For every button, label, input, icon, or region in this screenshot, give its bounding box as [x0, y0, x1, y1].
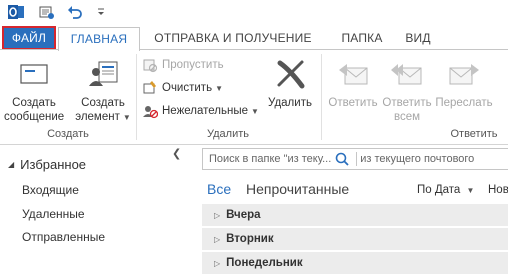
- delete-button[interactable]: Удалить: [264, 54, 316, 110]
- customize-qat-icon[interactable]: [96, 6, 106, 18]
- tab-file[interactable]: ФАЙЛ: [2, 26, 56, 50]
- junk-label: Нежелательные: [162, 105, 248, 117]
- quick-access-toolbar: [0, 0, 508, 24]
- group-divider: [321, 54, 322, 140]
- new-items-icon: [89, 61, 118, 86]
- tab-home[interactable]: ГЛАВНАЯ: [58, 27, 140, 51]
- group-label: Вчера: [226, 209, 261, 221]
- send-receive-icon[interactable]: [38, 4, 56, 20]
- group-row-yesterday[interactable]: ▷ Вчера: [202, 204, 508, 226]
- search-box[interactable]: Поиск в папке "из теку... из текущего по…: [202, 148, 508, 170]
- new-email-icon: [20, 64, 48, 84]
- new-items-label-2: элемент ▼: [75, 111, 131, 123]
- reply-all-label-1: Ответить: [382, 97, 432, 109]
- ignore-button[interactable]: Пропустить: [142, 56, 224, 74]
- chevron-down-icon: ▼: [251, 106, 259, 116]
- expand-triangle-icon: ▷: [214, 210, 221, 220]
- collapse-triangle-icon: ◢: [8, 160, 15, 169]
- delete-group-label: Удалить: [207, 128, 249, 140]
- forward-label: Переслать: [435, 97, 493, 109]
- delete-x-icon: [277, 60, 305, 89]
- respond-group-label: Ответить: [450, 128, 498, 140]
- sort-order[interactable]: Нов: [488, 184, 508, 196]
- junk-button[interactable]: Нежелательные ▼: [142, 102, 259, 120]
- chevron-down-icon: ▼: [466, 186, 475, 195]
- outlook-logo-icon[interactable]: [8, 4, 24, 20]
- chevron-down-icon: ▼: [215, 83, 223, 93]
- tab-folder[interactable]: ПАПКА: [326, 27, 398, 50]
- delete-label: Удалить: [268, 97, 312, 109]
- search-scope[interactable]: из текущего почтового: [360, 153, 474, 165]
- undo-icon[interactable]: [66, 4, 84, 20]
- new-items-button[interactable]: Создать элемент ▼: [72, 54, 134, 125]
- ignore-label: Пропустить: [162, 59, 224, 71]
- chevron-down-icon: ▼: [122, 113, 131, 122]
- forward-button[interactable]: Переслать: [434, 54, 494, 110]
- sort-by-label: По Дата: [417, 184, 461, 196]
- reply-icon: [339, 64, 368, 85]
- group-row-monday[interactable]: ▷ Понедельник: [202, 252, 508, 274]
- clean-up-label: Очистить: [162, 82, 213, 94]
- reply-button[interactable]: Ответить: [326, 54, 380, 110]
- clean-up-button[interactable]: Очистить ▼: [142, 79, 223, 97]
- reply-all-button[interactable]: Ответить всем: [380, 54, 434, 124]
- ribbon: Создать сообщение Создать элемент ▼ Созда…: [0, 49, 508, 145]
- tab-send-receive[interactable]: ОТПРАВКА И ПОЛУЧЕНИЕ: [150, 27, 316, 50]
- expand-triangle-icon: ▷: [214, 258, 221, 268]
- expand-triangle-icon: ▷: [214, 234, 221, 244]
- ribbon-tabs: ФАЙЛ ГЛАВНАЯ ОТПРАВКА И ПОЛУЧЕНИЕ ПАПКА …: [0, 24, 508, 51]
- filter-unread[interactable]: Непрочитанные: [246, 181, 349, 197]
- junk-icon: [143, 106, 158, 119]
- nav-item-sent[interactable]: Отправленные: [22, 230, 105, 244]
- forward-icon: [449, 64, 479, 85]
- new-group-label: Создать: [47, 128, 89, 140]
- search-icon[interactable]: [334, 151, 350, 167]
- group-label: Вторник: [226, 233, 274, 245]
- new-email-label-1: Создать: [12, 97, 56, 109]
- nav-item-inbox[interactable]: Входящие: [22, 183, 79, 197]
- reply-all-label-2: всем: [393, 111, 421, 123]
- new-email-label-2: сообщение: [4, 111, 65, 123]
- favorites-label: Избранное: [20, 157, 87, 172]
- filter-all[interactable]: Все: [207, 181, 231, 197]
- new-email-button[interactable]: Создать сообщение: [4, 54, 64, 124]
- clean-up-icon: [143, 81, 156, 94]
- search-input[interactable]: Поиск в папке "из теку...: [209, 153, 331, 165]
- group-row-tuesday[interactable]: ▷ Вторник: [202, 228, 508, 250]
- reply-label: Ответить: [328, 97, 378, 109]
- favorites-header[interactable]: ◢ Избранное: [8, 157, 86, 172]
- collapse-pane-icon[interactable]: ❮: [172, 147, 181, 160]
- nav-item-deleted[interactable]: Удаленные: [22, 207, 85, 221]
- new-items-label-1: Создать: [81, 97, 125, 109]
- search-separator: [356, 152, 358, 166]
- tab-view[interactable]: ВИД: [400, 27, 436, 50]
- sort-by-date[interactable]: По Дата ▼: [417, 184, 474, 196]
- ignore-icon: [143, 59, 158, 73]
- reply-all-icon: [391, 64, 422, 85]
- group-label: Понедельник: [226, 257, 303, 269]
